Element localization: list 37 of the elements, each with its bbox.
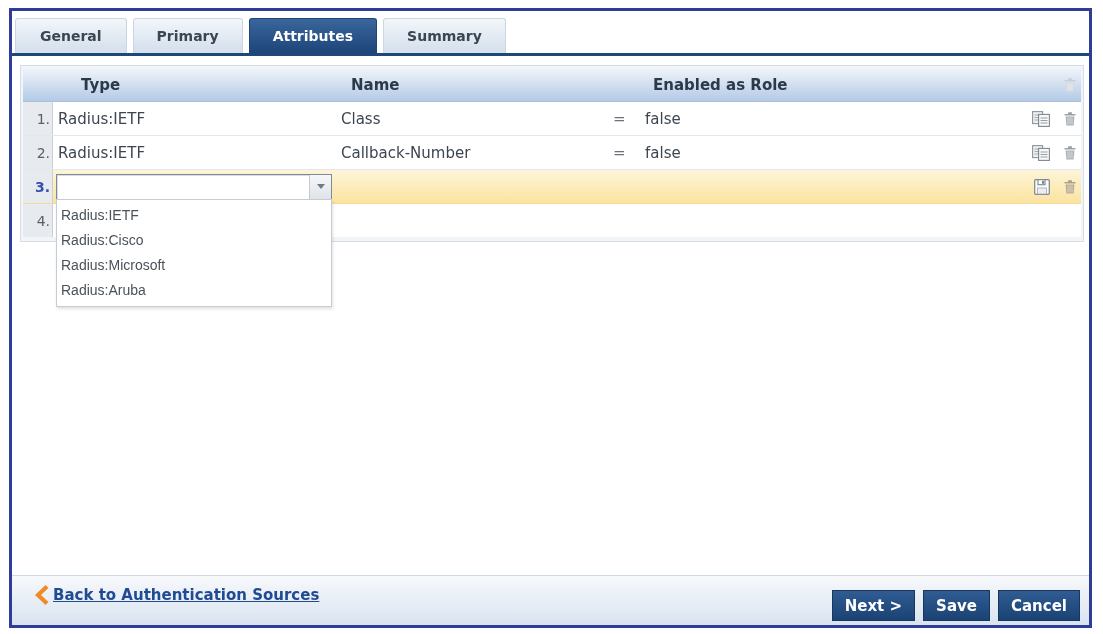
row-number: 3. <box>34 178 50 195</box>
row-number: 1. <box>36 110 50 127</box>
trash-icon[interactable] <box>1064 111 1076 126</box>
table-cell: Callback-Number <box>341 143 471 162</box>
save-icon[interactable] <box>1034 178 1050 195</box>
table-cell: false <box>645 143 681 162</box>
tab[interactable]: Attributes <box>248 18 378 53</box>
tab[interactable]: Primary <box>132 18 243 53</box>
caret-icon <box>316 184 325 189</box>
equals-sign: = <box>613 109 627 128</box>
column-header: Enabled as Role <box>653 76 788 94</box>
table-cell: false <box>645 109 681 128</box>
row-number: 4. <box>36 212 50 229</box>
dropdown-button[interactable] <box>309 174 331 199</box>
column-header: Type <box>81 76 121 94</box>
footer-button[interactable]: Cancel <box>998 590 1080 621</box>
equals-sign: = <box>613 143 627 162</box>
tab[interactable]: General <box>15 18 127 53</box>
dropdown-option[interactable]: Radius:Microsoft <box>57 252 331 277</box>
dropdown-option[interactable]: Radius:IETF <box>57 202 331 227</box>
table-cell: Radius:IETF <box>58 143 146 162</box>
type-combobox[interactable] <box>56 173 332 200</box>
back-link[interactable]: Back to Authentication Sources <box>35 585 320 605</box>
dropdown-option[interactable]: Radius:Aruba <box>57 277 331 302</box>
trash-icon[interactable] <box>1064 145 1076 160</box>
dropdown-option[interactable]: Radius:Cisco <box>57 227 331 252</box>
footer-button[interactable]: Save <box>923 590 990 621</box>
copy-icon[interactable] <box>1032 144 1050 161</box>
trash-icon[interactable] <box>1064 179 1076 194</box>
footer-button[interactable]: Next > <box>831 590 916 621</box>
table-cell: Radius:IETF <box>58 109 146 128</box>
tab[interactable]: Summary <box>383 18 506 53</box>
row-number: 2. <box>36 144 50 161</box>
copy-icon[interactable] <box>1032 110 1050 127</box>
column-header: Name <box>351 76 400 94</box>
chevron-left-icon <box>35 585 49 605</box>
table-cell: Class <box>341 109 381 128</box>
